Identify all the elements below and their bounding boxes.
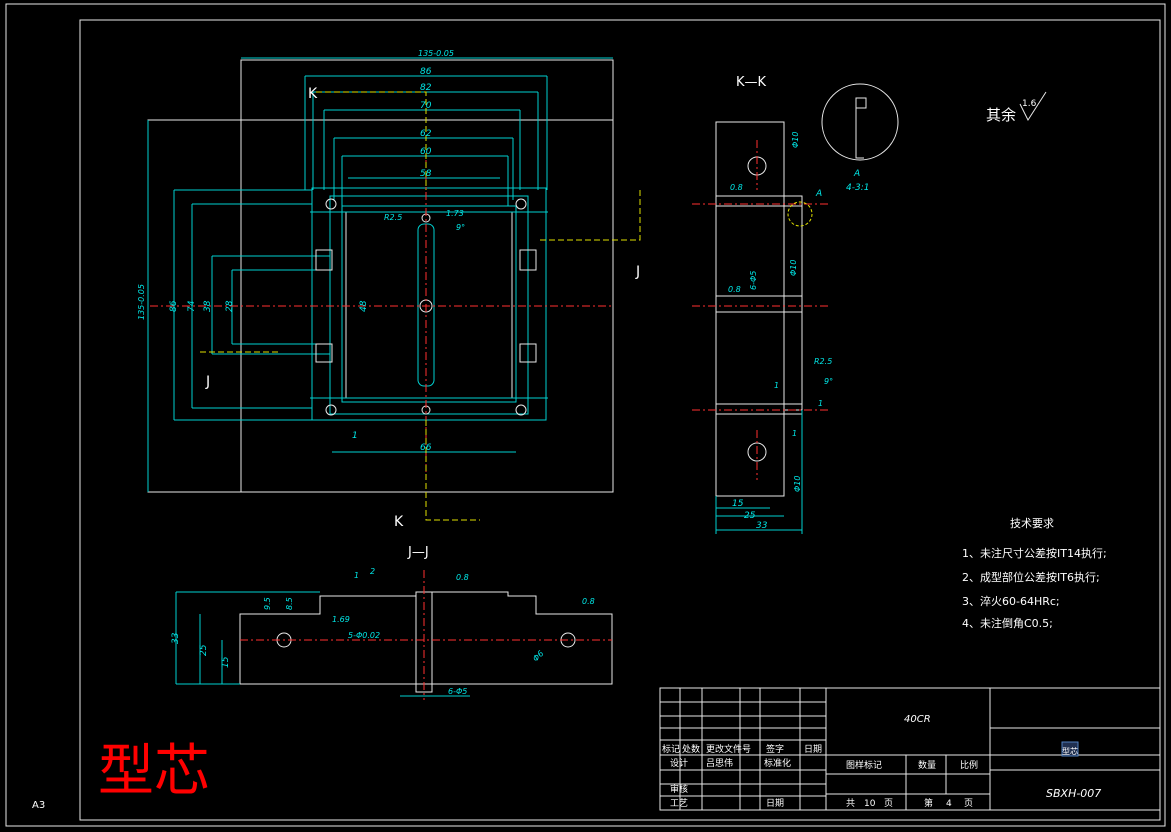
- dim-82: 82: [420, 83, 432, 93]
- dim-58: 58: [420, 169, 432, 179]
- cut-label-j-right: J: [635, 264, 640, 280]
- total-label: 共: [846, 798, 855, 809]
- section-jj: [175, 570, 613, 700]
- date-label: 日期: [766, 798, 784, 809]
- dim-173: 1.73: [446, 209, 464, 218]
- designer-name: 吕思伟: [706, 757, 733, 769]
- dim-25-kk: 25: [744, 511, 756, 521]
- dim-phi6: Φ6: [531, 649, 545, 663]
- dim-33-kk: 33: [756, 521, 768, 531]
- tech-item-2: 2、成型部位公差按IT6执行;: [962, 570, 1100, 584]
- hdr-mark: 标记: [662, 743, 680, 755]
- dim-66: 66: [420, 443, 432, 453]
- total-unit: 页: [884, 798, 893, 809]
- part-title: 型芯: [98, 739, 210, 804]
- cut-label-k-bottom: K: [394, 514, 404, 530]
- dim-phi10-a: Φ10: [791, 132, 800, 148]
- view-label-jj: J—J: [407, 545, 429, 560]
- dim-25-jj: 25: [199, 644, 209, 656]
- design-label: 设计: [670, 757, 688, 769]
- dim-1-b: 1: [818, 399, 823, 408]
- tech-title: 技术要求: [1010, 517, 1054, 530]
- dim-28-left: 28: [225, 300, 235, 312]
- hdr-sign: 签字: [766, 743, 784, 755]
- hdr-count: 处数: [682, 743, 700, 755]
- cut-label-j-left: J: [205, 374, 210, 390]
- dim-6-phi5-jj: 6-Φ5: [448, 687, 467, 696]
- dim-70: 70: [420, 101, 432, 111]
- rough-08-jj-b: 0.8: [582, 597, 595, 606]
- hdr-date: 日期: [804, 744, 822, 755]
- tech-item-1: 1、未注尺寸公差按IT14执行;: [962, 546, 1107, 560]
- hdr-change-doc: 更改文件号: [706, 743, 751, 755]
- dim-6-phi5: 6-Φ5: [749, 271, 758, 290]
- dim-95: 9.5: [263, 597, 272, 610]
- material: 40CR: [904, 714, 931, 725]
- dim-r25-kk: R2.5: [814, 357, 832, 366]
- dim-1-c: 1: [792, 429, 797, 438]
- review-label: 审核: [670, 783, 688, 795]
- drawing-canvas: 135-0.05 86 82 70 62 60 58 66 1 135-0.05…: [5, 3, 1166, 827]
- dim-15-kk: 15: [732, 499, 744, 509]
- dim-9deg-kk: 9°: [824, 377, 833, 386]
- dim-1: 1: [352, 431, 358, 441]
- dim-r25-plan: R2.5: [384, 213, 402, 222]
- part-name-cell: 型芯: [1062, 746, 1078, 756]
- stage-label: 图样标记: [846, 759, 882, 771]
- detail-a-label: A: [853, 169, 860, 179]
- cut-label-k-top: K: [308, 86, 318, 102]
- detail-a-marker: A: [815, 189, 822, 199]
- roughness-note: 其余: [986, 106, 1016, 124]
- sheet-unit: 页: [964, 798, 973, 809]
- dim-135: 135-0.05: [418, 49, 454, 58]
- dim-9deg-plan: 9°: [456, 223, 465, 232]
- dim-169: 1.69: [332, 615, 350, 624]
- tech-item-4: 4、未注倒角C0.5;: [962, 616, 1053, 630]
- qty-label: 数量: [918, 759, 936, 771]
- sheet-label: 第: [924, 797, 933, 809]
- plan-view: [147, 57, 641, 521]
- dim-86: 86: [420, 67, 432, 77]
- process-label: 工艺: [670, 798, 688, 809]
- drawing-number: SBXH-007: [1046, 787, 1101, 800]
- detail-a-scale: 4-3:1: [846, 183, 869, 193]
- dim-1-jj: 1: [354, 571, 359, 580]
- rough-08-a: 0.8: [730, 183, 743, 192]
- dim-38-left: 38: [203, 300, 213, 312]
- section-kk: [692, 83, 899, 534]
- dim-phi10-c: Φ10: [793, 476, 802, 492]
- sheet-border-outer: [5, 3, 1166, 827]
- dim-74-left: 74: [187, 300, 197, 312]
- dim-5-phi: 5-Φ0.02: [348, 631, 380, 640]
- dim-60: 60: [420, 147, 432, 157]
- dim-phi10-b: Φ10: [789, 260, 798, 276]
- rough-08-jj-a: 0.8: [456, 573, 469, 582]
- sheet-size: A3: [32, 800, 45, 811]
- roughness-value: 1.6: [1022, 99, 1037, 109]
- scale-label: 比例: [960, 759, 978, 771]
- total-pages: 10: [864, 799, 876, 809]
- dim-33-jj: 33: [171, 632, 181, 644]
- dim-86-left: 86: [169, 300, 179, 312]
- dim-1-a: 1: [774, 381, 779, 390]
- dim-135-left: 135-0.05: [137, 284, 146, 320]
- dim-62: 62: [420, 129, 432, 139]
- standard-label: 标准化: [764, 757, 791, 769]
- dim-85: 8.5: [285, 597, 294, 610]
- dim-48: 48: [359, 300, 369, 312]
- rough-08-b: 0.8: [728, 285, 741, 294]
- dim-15-jj: 15: [221, 656, 231, 668]
- dim-2-jj: 2: [370, 567, 375, 576]
- tech-item-3: 3、淬火60-64HRc;: [962, 594, 1060, 608]
- sheet-number: 4: [946, 799, 952, 809]
- view-label-kk: K—K: [736, 75, 767, 90]
